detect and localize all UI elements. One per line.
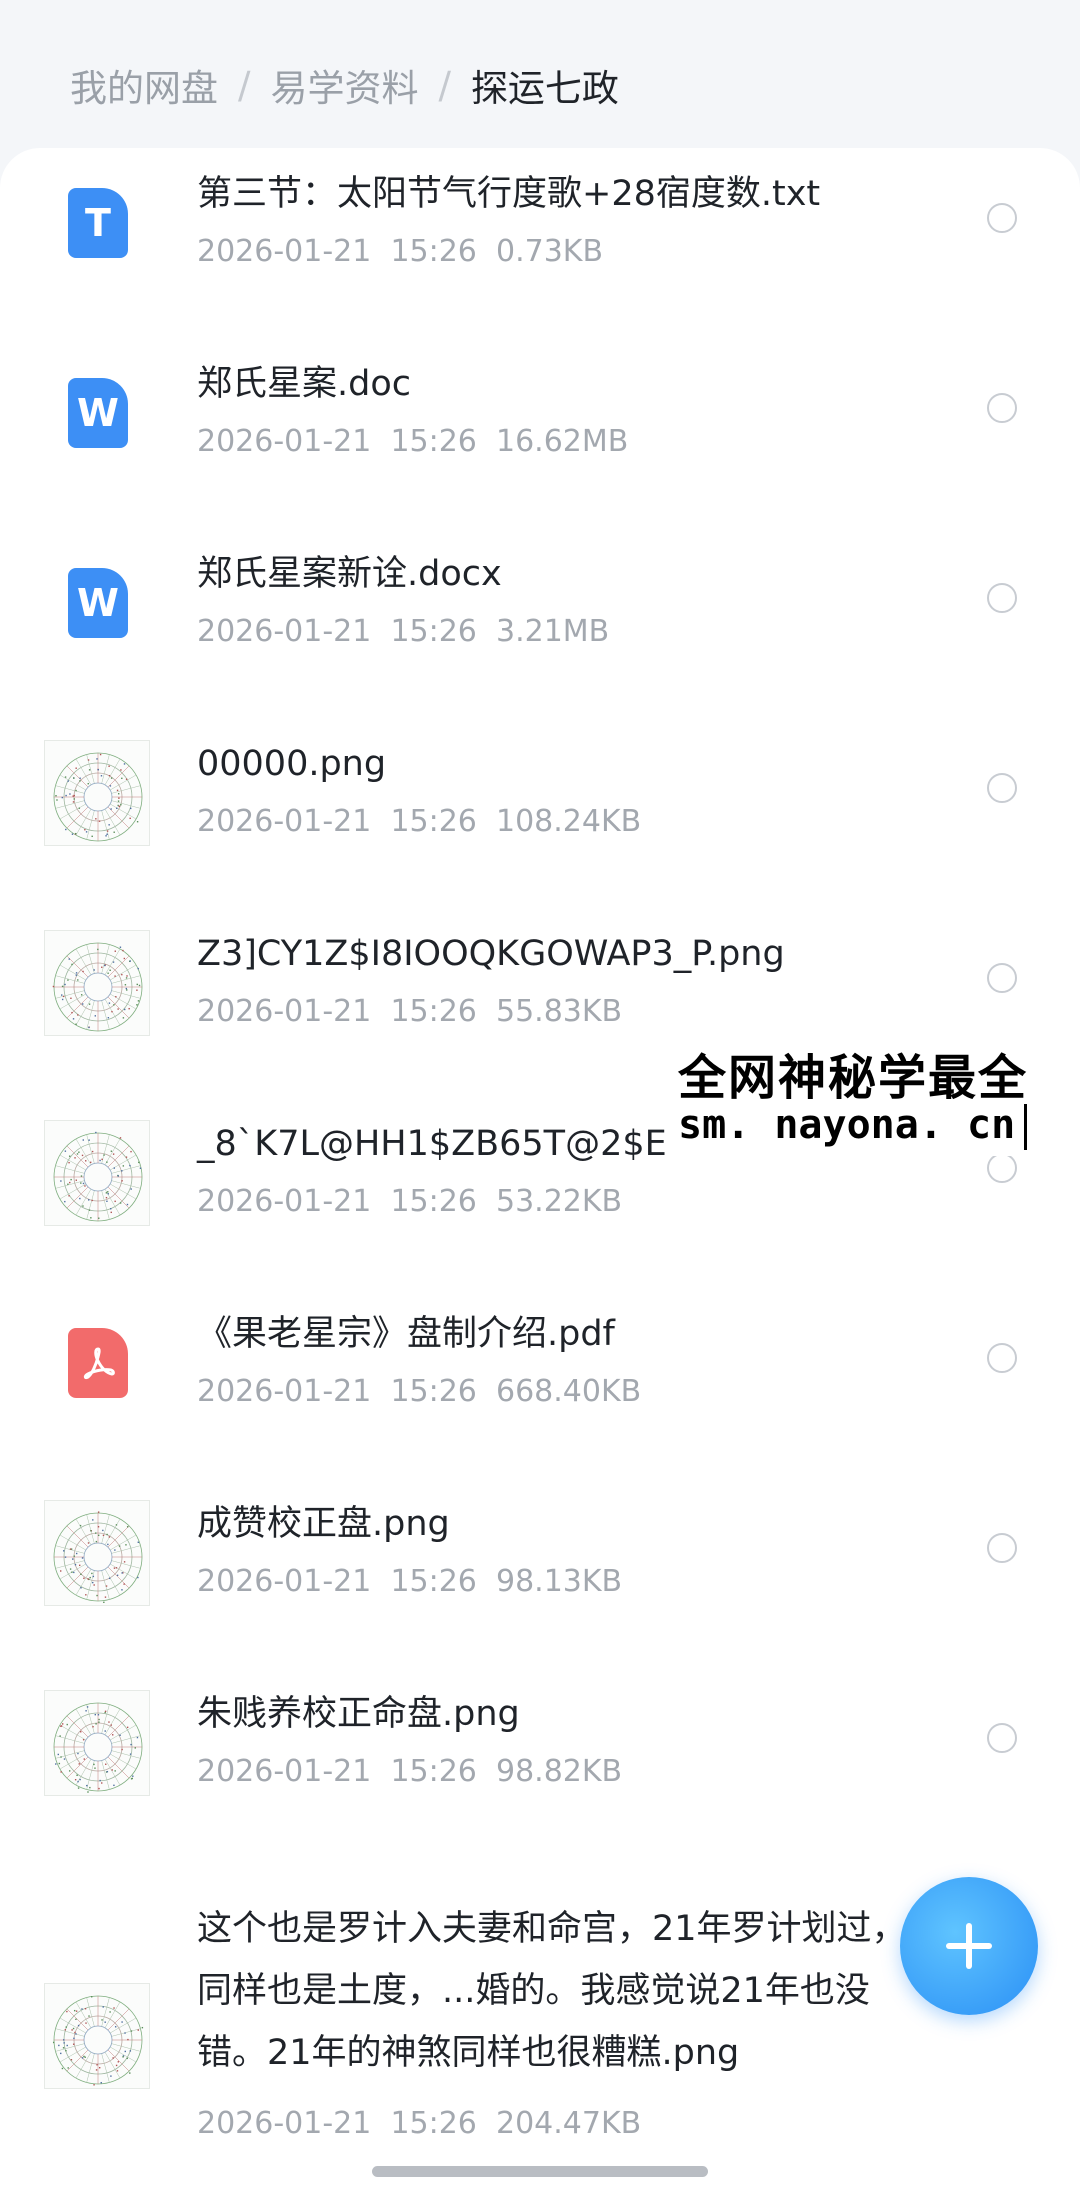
select-radio[interactable] (987, 583, 1017, 613)
file-time: 15:26 (390, 614, 476, 649)
file-name: 朱贱养校正命盘.png (197, 1688, 917, 1740)
select-radio[interactable] (987, 393, 1017, 423)
file-time: 15:26 (390, 1754, 476, 1789)
text-cursor (1024, 1104, 1027, 1150)
file-meta: 2026-01-21 15:26 98.13KB (197, 1564, 622, 1599)
file-meta: 2026-01-21 15:26 108.24KB (197, 804, 641, 839)
breadcrumb: 我的网盘 / 易学资料 / 探运七政 (70, 58, 619, 112)
pdf-file-icon (68, 1328, 128, 1398)
file-row[interactable]: 朱贱养校正命盘.png 2026-01-21 15:26 98.82KB (0, 1668, 1080, 1858)
file-date: 2026-01-21 (197, 614, 371, 649)
file-size: 16.62MB (496, 424, 628, 459)
file-date: 2026-01-21 (197, 1754, 371, 1789)
file-time: 15:26 (390, 424, 476, 459)
image-thumbnail (44, 930, 150, 1036)
file-row[interactable]: 《果老星宗》盘制介绍.pdf 2026-01-21 15:26 668.40KB (0, 1288, 1080, 1478)
file-name: 这个也是罗计入夫妻和命宫，21年罗计划过，同样也是土度，...婚的。我感觉说21… (197, 1898, 917, 2084)
file-meta: 2026-01-21 15:26 204.47KB (197, 2106, 641, 2141)
pdf-acrobat-icon (78, 1343, 118, 1383)
file-meta: 2026-01-21 15:26 0.73KB (197, 234, 603, 269)
file-name: 成赞校正盘.png (197, 1498, 917, 1550)
select-radio[interactable] (987, 963, 1017, 993)
select-radio[interactable] (987, 773, 1017, 803)
home-indicator[interactable] (372, 2166, 708, 2177)
file-date: 2026-01-21 (197, 994, 371, 1029)
file-row[interactable]: 成赞校正盘.png 2026-01-21 15:26 98.13KB (0, 1478, 1080, 1668)
breadcrumb-parent[interactable]: 易学资料 (270, 58, 418, 112)
breadcrumb-separator: / (238, 64, 250, 107)
chart-thumbnail-graphic (45, 931, 150, 1036)
file-meta: 2026-01-21 15:26 53.22KB (197, 1184, 622, 1219)
image-thumbnail (44, 1690, 150, 1796)
select-radio[interactable] (987, 1153, 1017, 1183)
file-meta: 2026-01-21 15:26 668.40KB (197, 1374, 641, 1409)
image-thumbnail (44, 1983, 150, 2089)
chart-thumbnail-graphic (45, 741, 150, 846)
chart-thumbnail-graphic (45, 1501, 150, 1606)
file-time: 15:26 (390, 804, 476, 839)
file-meta: 2026-01-21 15:26 16.62MB (197, 424, 628, 459)
file-size: 53.22KB (496, 1184, 622, 1219)
file-browser-page: 我的网盘 / 易学资料 / 探运七政 T 第三节：太阳节气行度歌+28宿度数.t… (0, 0, 1080, 2204)
watermark-title: 全网神秘学最全 (678, 1038, 1028, 1108)
file-size: 668.40KB (496, 1374, 641, 1409)
file-date: 2026-01-21 (197, 424, 371, 459)
file-size: 55.83KB (496, 994, 622, 1029)
file-time: 15:26 (390, 2106, 476, 2141)
file-list: T 第三节：太阳节气行度歌+28宿度数.txt 2026-01-21 15:26… (0, 148, 1080, 2204)
file-time: 15:26 (390, 234, 476, 269)
file-size: 0.73KB (496, 234, 603, 269)
select-radio[interactable] (987, 203, 1017, 233)
file-time: 15:26 (390, 1564, 476, 1599)
file-meta: 2026-01-21 15:26 3.21MB (197, 614, 609, 649)
file-date: 2026-01-21 (197, 1564, 371, 1599)
file-row[interactable]: T 第三节：太阳节气行度歌+28宿度数.txt 2026-01-21 15:26… (0, 148, 1080, 338)
file-time: 15:26 (390, 1184, 476, 1219)
file-name: 《果老星宗》盘制介绍.pdf (197, 1308, 917, 1360)
txt-file-icon: T (68, 188, 128, 258)
file-meta: 2026-01-21 15:26 98.82KB (197, 1754, 622, 1789)
select-radio[interactable] (987, 1343, 1017, 1373)
file-row[interactable]: W 郑氏星案.doc 2026-01-21 15:26 16.62MB (0, 338, 1080, 528)
file-row[interactable]: W 郑氏星案新诠.docx 2026-01-21 15:26 3.21MB (0, 528, 1080, 718)
word-file-icon: W (68, 568, 128, 638)
file-size: 3.21MB (496, 614, 609, 649)
chart-thumbnail-graphic (45, 1984, 150, 2089)
file-name: 第三节：太阳节气行度歌+28宿度数.txt (197, 168, 917, 220)
file-name: 郑氏星案.doc (197, 358, 917, 410)
file-date: 2026-01-21 (197, 804, 371, 839)
file-name: 00000.png (197, 738, 917, 790)
file-time: 15:26 (390, 1374, 476, 1409)
select-radio[interactable] (987, 1533, 1017, 1563)
file-row[interactable]: 00000.png 2026-01-21 15:26 108.24KB (0, 718, 1080, 908)
add-button[interactable] (900, 1877, 1038, 2015)
plus-icon (941, 1918, 997, 1974)
breadcrumb-current: 探运七政 (471, 58, 619, 112)
watermark-url: sm. nayona. cn (678, 1102, 1015, 1148)
image-thumbnail (44, 1500, 150, 1606)
file-date: 2026-01-21 (197, 2106, 371, 2141)
chart-thumbnail-graphic (45, 1691, 150, 1796)
file-date: 2026-01-21 (197, 234, 371, 269)
file-size: 204.47KB (496, 2106, 641, 2141)
file-size: 108.24KB (496, 804, 641, 839)
file-name: Z3]CY1Z$I8IOOQKGOWAP3_P.png (197, 928, 917, 980)
breadcrumb-separator: / (438, 64, 450, 107)
breadcrumb-root[interactable]: 我的网盘 (70, 58, 218, 112)
file-size: 98.13KB (496, 1564, 622, 1599)
image-thumbnail (44, 1120, 150, 1226)
select-radio[interactable] (987, 1723, 1017, 1753)
word-file-icon: W (68, 378, 128, 448)
file-time: 15:26 (390, 994, 476, 1029)
file-meta: 2026-01-21 15:26 55.83KB (197, 994, 622, 1029)
file-date: 2026-01-21 (197, 1184, 371, 1219)
watermark-overlay: 全网神秘学最全 sm. nayona. cn (674, 1036, 1080, 1156)
image-thumbnail (44, 740, 150, 846)
file-name: 郑氏星案新诠.docx (197, 548, 917, 600)
file-date: 2026-01-21 (197, 1374, 371, 1409)
file-size: 98.82KB (496, 1754, 622, 1789)
chart-thumbnail-graphic (45, 1121, 150, 1226)
